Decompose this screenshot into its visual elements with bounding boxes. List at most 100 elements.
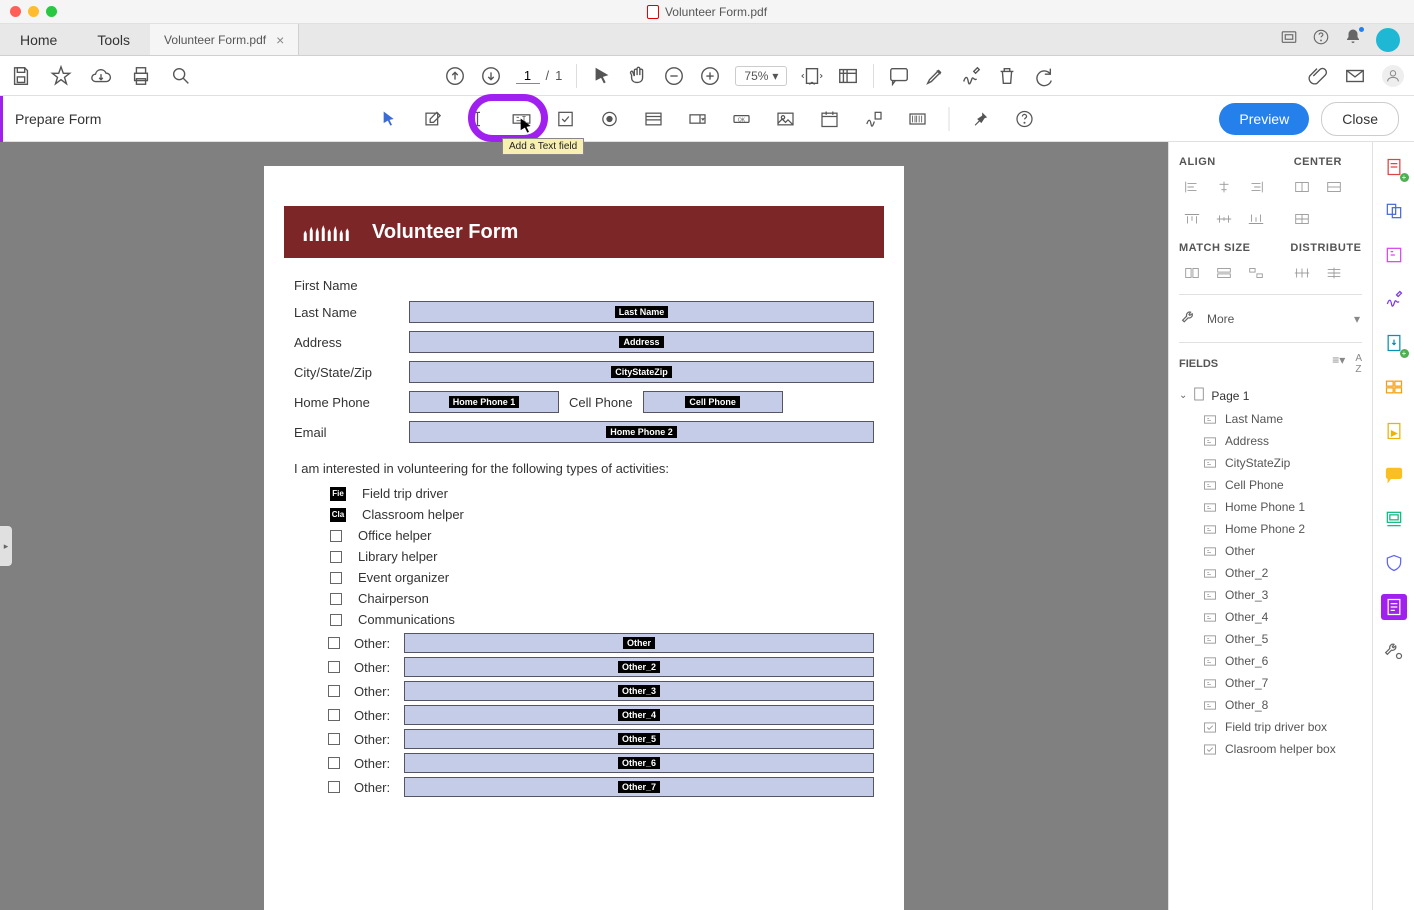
checkbox-other-1[interactable] — [328, 637, 340, 649]
attach-icon[interactable] — [1306, 65, 1328, 87]
tree-item[interactable]: Cell Phone — [1179, 474, 1362, 496]
create-pdf-tool-icon[interactable]: + — [1381, 154, 1407, 180]
barcode-tool-icon[interactable] — [905, 106, 931, 132]
email-icon[interactable] — [1344, 65, 1366, 87]
more-dropdown[interactable]: More ▾ — [1179, 303, 1362, 334]
select-tool-icon[interactable] — [377, 106, 403, 132]
checkbox-other-2[interactable] — [328, 661, 340, 673]
minimize-window-button[interactable] — [28, 6, 39, 17]
user-avatar[interactable] — [1376, 28, 1400, 52]
field-other-3[interactable]: Other_3 — [404, 681, 874, 701]
align-right-icon[interactable] — [1243, 176, 1269, 198]
match-height-icon[interactable] — [1211, 262, 1237, 284]
star-icon[interactable] — [50, 65, 72, 87]
signature-tool-icon[interactable] — [861, 106, 887, 132]
alpha-sort-icon[interactable]: AZ — [1355, 353, 1362, 375]
tree-item[interactable]: Other_5 — [1179, 628, 1362, 650]
center-h-icon[interactable] — [1289, 176, 1315, 198]
checkbox-comm[interactable] — [330, 614, 342, 626]
distribute-h-icon[interactable] — [1289, 262, 1315, 284]
tree-item[interactable]: Address — [1179, 430, 1362, 452]
tree-item[interactable]: Other_3 — [1179, 584, 1362, 606]
align-left-icon[interactable] — [1179, 176, 1205, 198]
text-cursor-icon[interactable] — [465, 106, 491, 132]
redo-icon[interactable] — [1032, 65, 1054, 87]
field-other-4[interactable]: Other_4 — [404, 705, 874, 725]
left-panel-toggle[interactable]: ▸ — [0, 526, 12, 566]
zoom-select[interactable]: 75% ▾ — [735, 66, 787, 86]
distribute-v-icon[interactable] — [1321, 262, 1347, 284]
document-area[interactable]: ▸ Volunteer Form First Name Last NameLas… — [0, 142, 1168, 910]
align-hcenter-icon[interactable] — [1211, 176, 1237, 198]
field-other-1[interactable]: Other — [404, 633, 874, 653]
tree-item[interactable]: Home Phone 2 — [1179, 518, 1362, 540]
tab-file[interactable]: Volunteer Form.pdf × — [150, 24, 299, 55]
save-icon[interactable] — [10, 65, 32, 87]
field-address[interactable]: Address — [409, 331, 874, 353]
field-other-6[interactable]: Other_6 — [404, 753, 874, 773]
image-tool-icon[interactable] — [773, 106, 799, 132]
field-cell-phone[interactable]: Cell Phone — [643, 391, 783, 413]
zoom-in-icon[interactable] — [699, 65, 721, 87]
window-mode-icon[interactable] — [1280, 28, 1298, 51]
align-vcenter-icon[interactable] — [1211, 208, 1237, 230]
center-v-icon[interactable] — [1321, 176, 1347, 198]
field-last-name[interactable]: Last Name — [409, 301, 874, 323]
radio-tool-icon[interactable] — [597, 106, 623, 132]
tree-item[interactable]: Other_2 — [1179, 562, 1362, 584]
checkbox-other-3[interactable] — [328, 685, 340, 697]
checkbox-other-7[interactable] — [328, 781, 340, 793]
zoom-out-icon[interactable] — [663, 65, 685, 87]
combine-tool-icon[interactable] — [1381, 198, 1407, 224]
help-icon[interactable] — [1312, 28, 1330, 51]
page-up-icon[interactable] — [444, 65, 466, 87]
tree-item[interactable]: Other_6 — [1179, 650, 1362, 672]
tab-home[interactable]: Home — [0, 24, 77, 55]
button-tool-icon[interactable]: OK — [729, 106, 755, 132]
field-home-phone-1[interactable]: Home Phone 1 — [409, 391, 559, 413]
notifications-icon[interactable] — [1344, 28, 1362, 51]
select-pointer-icon[interactable] — [591, 65, 613, 87]
tree-item[interactable]: Other — [1179, 540, 1362, 562]
cloud-icon[interactable] — [90, 65, 112, 87]
checkbox-tool-icon[interactable] — [553, 106, 579, 132]
close-button[interactable]: Close — [1321, 102, 1399, 136]
help-tool-icon[interactable] — [1012, 106, 1038, 132]
pin-icon[interactable] — [968, 106, 994, 132]
maximize-window-button[interactable] — [46, 6, 57, 17]
comment-icon[interactable] — [888, 65, 910, 87]
export-tool-icon[interactable]: + — [1381, 330, 1407, 356]
align-top-icon[interactable] — [1179, 208, 1205, 230]
tree-item[interactable]: Other_7 — [1179, 672, 1362, 694]
align-bottom-icon[interactable] — [1243, 208, 1269, 230]
sign-tool-icon[interactable] — [1381, 286, 1407, 312]
field-email[interactable]: Home Phone 2 — [409, 421, 874, 443]
field-other-5[interactable]: Other_5 — [404, 729, 874, 749]
close-tab-button[interactable]: × — [276, 32, 284, 48]
close-window-button[interactable] — [10, 6, 21, 17]
delete-icon[interactable] — [996, 65, 1018, 87]
tree-item[interactable]: Other_4 — [1179, 606, 1362, 628]
tree-item[interactable]: Last Name — [1179, 408, 1362, 430]
sign-icon[interactable] — [960, 65, 982, 87]
page-number-input[interactable] — [516, 68, 540, 84]
profile-icon[interactable] — [1382, 65, 1404, 87]
field-other-2[interactable]: Other_2 — [404, 657, 874, 677]
checkbox-classroom[interactable]: Cla — [330, 508, 346, 522]
checkbox-library[interactable] — [330, 551, 342, 563]
checkbox-chair[interactable] — [330, 593, 342, 605]
checkbox-other-4[interactable] — [328, 709, 340, 721]
scan-tool-icon[interactable] — [1381, 506, 1407, 532]
match-width-icon[interactable] — [1179, 262, 1205, 284]
tree-item[interactable]: Field trip driver box — [1179, 716, 1362, 738]
center-both-icon[interactable] — [1289, 208, 1315, 230]
send-tool-icon[interactable] — [1381, 418, 1407, 444]
dropdown-tool-icon[interactable] — [685, 106, 711, 132]
tab-tools[interactable]: Tools — [77, 24, 150, 55]
tree-page-1[interactable]: ⌄ Page 1 — [1179, 383, 1362, 408]
fit-width-icon[interactable] — [801, 65, 823, 87]
highlight-icon[interactable] — [924, 65, 946, 87]
prepare-form-tool-icon[interactable] — [1381, 594, 1407, 620]
checkbox-office[interactable] — [330, 530, 342, 542]
right-panel-toggle[interactable]: ▸ — [1168, 526, 1169, 566]
